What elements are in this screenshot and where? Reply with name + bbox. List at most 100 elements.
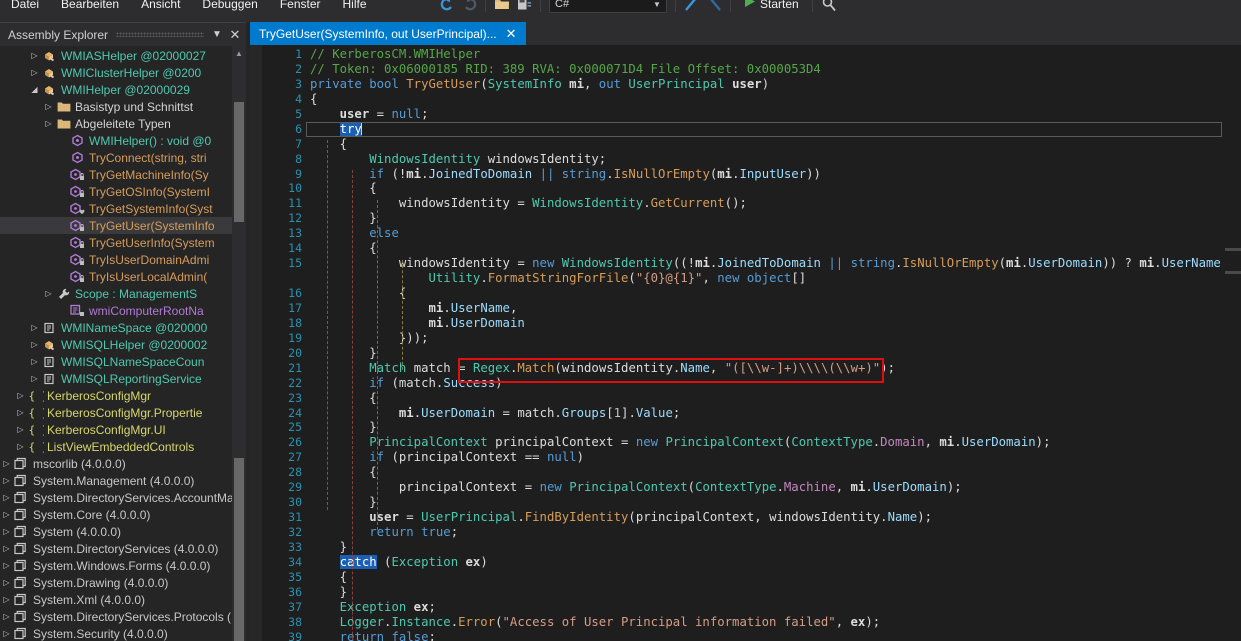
code-line-text[interactable]: user = UserPrincipal.FindByIdentity(prin… bbox=[310, 510, 932, 525]
tree-expander-collapsed-icon[interactable]: ▷ bbox=[28, 357, 41, 366]
tree-item[interactable]: WMIHelper() : void @0 bbox=[0, 132, 246, 149]
assembly-tree[interactable]: ▷ WMIASHelper @02000027 ▷ WMIClusterHelper … bbox=[0, 46, 246, 641]
tree-expander-collapsed-icon[interactable]: ▷ bbox=[14, 442, 27, 451]
code-line-text[interactable]: { bbox=[310, 181, 376, 196]
tree-item[interactable]: ▷ mscorlib (4.0.0.0) bbox=[0, 455, 246, 472]
code-line-text[interactable]: if (!mi.JoinedToDomain || string.IsNullO… bbox=[310, 167, 821, 182]
code-line-text[interactable]: { bbox=[310, 391, 376, 406]
tree-expander-collapsed-icon[interactable]: ▷ bbox=[28, 374, 41, 383]
tab-trygetuser[interactable]: TryGetUser(SystemInfo, out UserPrincipal… bbox=[250, 22, 526, 45]
tree-expander-collapsed-icon[interactable]: ▷ bbox=[0, 527, 13, 536]
code-line-text[interactable]: PrincipalContext principalContext = new … bbox=[310, 435, 1050, 450]
tree-item[interactable]: ▷{ }KerberosConfigMgr bbox=[0, 387, 246, 404]
code-line-text[interactable]: } bbox=[310, 540, 347, 555]
tree-item[interactable]: ▷ WMIClusterHelper @0200 bbox=[0, 64, 246, 81]
code-line-text[interactable]: Utility.FormatStringForFile("{0}@{1}", n… bbox=[310, 271, 807, 286]
tree-item[interactable]: ▷ System.Security (4.0.0.0) bbox=[0, 625, 246, 641]
tree-expander-collapsed-icon[interactable]: ▷ bbox=[0, 629, 13, 638]
tree-expander-collapsed-icon[interactable]: ▷ bbox=[14, 425, 27, 434]
code-line-text[interactable]: mi.UserDomain bbox=[310, 316, 525, 331]
tree-item[interactable]: ▷{ }KerberosConfigMgr.UI bbox=[0, 421, 246, 438]
code-line-text[interactable]: Match match = Regex.Match(windowsIdentit… bbox=[310, 361, 895, 376]
tree-item[interactable]: ▷ System.Management (4.0.0.0) bbox=[0, 472, 246, 489]
panel-drag-handle[interactable] bbox=[108, 23, 208, 46]
code-line-text[interactable]: Exception ex; bbox=[310, 600, 436, 615]
code-line-text[interactable]: windowsIdentity = new WindowsIdentity((!… bbox=[310, 256, 1236, 271]
tree-item[interactable]: TryIsUserDomainAdmi bbox=[0, 251, 246, 268]
code-viewport[interactable]: 1 // KerberosCM.WMIHelper 2 // Token: 0x060… bbox=[250, 45, 1241, 641]
code-line-text[interactable]: catch (Exception ex) bbox=[310, 554, 488, 570]
tree-item[interactable]: ▷ System.DirectoryServices.AccountMa bbox=[0, 489, 246, 506]
search-icon[interactable] bbox=[818, 0, 840, 14]
tree-item[interactable]: TryGetSystemInfo(Syst bbox=[0, 200, 246, 217]
tree-expander-collapsed-icon[interactable]: ▷ bbox=[0, 561, 13, 570]
code-line-text[interactable]: { bbox=[310, 286, 406, 301]
tree-item[interactable]: ▷ System.Xml (4.0.0.0) bbox=[0, 591, 246, 608]
redo-icon[interactable] bbox=[703, 0, 725, 14]
code-line-text[interactable]: return true; bbox=[310, 525, 458, 540]
tree-item[interactable]: TryConnect(string, stri bbox=[0, 149, 246, 166]
tree-item[interactable]: ▷ WMINameSpace @020000 bbox=[0, 319, 246, 336]
tree-item[interactable]: ▷ WMIASHelper @02000027 bbox=[0, 47, 246, 64]
menu-item-debuggen[interactable]: Debuggen bbox=[191, 0, 268, 15]
code-line-text[interactable]: user = null; bbox=[310, 107, 429, 122]
tree-item[interactable]: ▷ System.DirectoryServices (4.0.0.0) bbox=[0, 540, 246, 557]
chevron-down-icon[interactable]: ▼ bbox=[650, 0, 664, 12]
code-line-text[interactable]: { bbox=[310, 241, 376, 256]
back-arrow-icon[interactable] bbox=[436, 0, 458, 14]
code-line-text[interactable]: } bbox=[310, 585, 347, 600]
code-line-text[interactable]: // Token: 0x06000185 RID: 389 RVA: 0x000… bbox=[310, 62, 821, 77]
tree-item[interactable]: ▷ System.Drawing (4.0.0.0) bbox=[0, 574, 246, 591]
tree-expander-collapsed-icon[interactable]: ▷ bbox=[0, 476, 13, 485]
editor-scrollbar[interactable] bbox=[1225, 45, 1241, 641]
tree-item[interactable]: ▷ WMISQLReportingService bbox=[0, 370, 246, 387]
tree-expander-collapsed-icon[interactable]: ▷ bbox=[28, 51, 41, 60]
tree-expander-collapsed-icon[interactable]: ▷ bbox=[0, 578, 13, 587]
tree-item[interactable]: ▷ System (4.0.0.0) bbox=[0, 523, 246, 540]
tree-item[interactable]: TryIsUserLocalAdmin( bbox=[0, 268, 246, 285]
start-debug-button[interactable]: Starten bbox=[736, 0, 807, 13]
menu-item-ansicht[interactable]: Ansicht bbox=[130, 0, 191, 15]
code-line-text[interactable]: } bbox=[310, 346, 376, 361]
menu-item-fenster[interactable]: Fenster bbox=[269, 0, 332, 15]
tree-expander-collapsed-icon[interactable]: ▷ bbox=[42, 289, 55, 298]
tree-item[interactable]: wmiComputerRootNa bbox=[0, 302, 246, 319]
tree-item[interactable]: ▷ Scope : ManagementS bbox=[0, 285, 246, 302]
menu-item-hilfe[interactable]: Hilfe bbox=[332, 0, 378, 15]
tree-item[interactable]: ▷ System.Core (4.0.0.0) bbox=[0, 506, 246, 523]
tree-item[interactable]: ▷ Basistyp und Schnittst bbox=[0, 98, 246, 115]
menu-item-bearbeiten[interactable]: Bearbeiten bbox=[50, 0, 130, 15]
tree-item[interactable]: ▷ System.Windows.Forms (4.0.0.0) bbox=[0, 557, 246, 574]
code-line-text[interactable]: mi.UserDomain = match.Groups[1].Value; bbox=[310, 406, 680, 421]
tree-expander-collapsed-icon[interactable]: ▷ bbox=[0, 544, 13, 553]
undo-icon[interactable] bbox=[681, 0, 703, 14]
code-line-text[interactable]: } bbox=[310, 420, 376, 435]
code-line-text[interactable]: Logger.Instance.Error("Access of User Pr… bbox=[310, 615, 881, 630]
tree-expander-collapsed-icon[interactable]: ▷ bbox=[0, 595, 13, 604]
tree-scrollbar-thumb[interactable] bbox=[234, 102, 244, 222]
tree-item[interactable]: ▷ WMISQLHelper @0200002 bbox=[0, 336, 246, 353]
tree-expander-collapsed-icon[interactable]: ▷ bbox=[28, 68, 41, 77]
tree-expander-collapsed-icon[interactable]: ▷ bbox=[42, 119, 55, 128]
tree-item[interactable]: ◢ WMIHelper @02000029 bbox=[0, 81, 246, 98]
tree-item[interactable]: TryGetMachineInfo(Sy bbox=[0, 166, 246, 183]
tree-item[interactable]: TryGetUser(SystemInfo bbox=[0, 217, 246, 234]
code-line-text[interactable]: else bbox=[310, 226, 399, 241]
code-line-text[interactable]: windowsIdentity = WindowsIdentity.GetCur… bbox=[310, 196, 747, 211]
tree-item[interactable]: ▷ Abgeleitete Typen bbox=[0, 115, 246, 132]
code-line-text[interactable]: return false; bbox=[310, 630, 436, 641]
tree-expander-collapsed-icon[interactable]: ▷ bbox=[0, 510, 13, 519]
tree-item[interactable]: ▷ System.DirectoryServices.Protocols ( bbox=[0, 608, 246, 625]
code-line-text[interactable]: WindowsIdentity windowsIdentity; bbox=[310, 152, 606, 167]
code-line-text[interactable]: private bool TryGetUser(SystemInfo mi, o… bbox=[310, 77, 769, 92]
close-icon[interactable]: ✕ bbox=[497, 27, 522, 40]
tree-item[interactable]: ▷{ }KerberosConfigMgr.Propertie bbox=[0, 404, 246, 421]
tree-expander-collapsed-icon[interactable]: ▷ bbox=[14, 391, 27, 400]
tree-expander-collapsed-icon[interactable]: ▷ bbox=[0, 612, 13, 621]
tree-expander-collapsed-icon[interactable]: ▷ bbox=[14, 408, 27, 417]
code-line-text[interactable]: } bbox=[310, 211, 376, 226]
code-line-text[interactable]: principalContext = new PrincipalContext(… bbox=[310, 480, 962, 495]
tree-expander-collapsed-icon[interactable]: ▷ bbox=[42, 102, 55, 111]
code-line-text[interactable]: mi.UserName, bbox=[310, 301, 518, 316]
code-line-text[interactable]: { bbox=[310, 465, 376, 480]
